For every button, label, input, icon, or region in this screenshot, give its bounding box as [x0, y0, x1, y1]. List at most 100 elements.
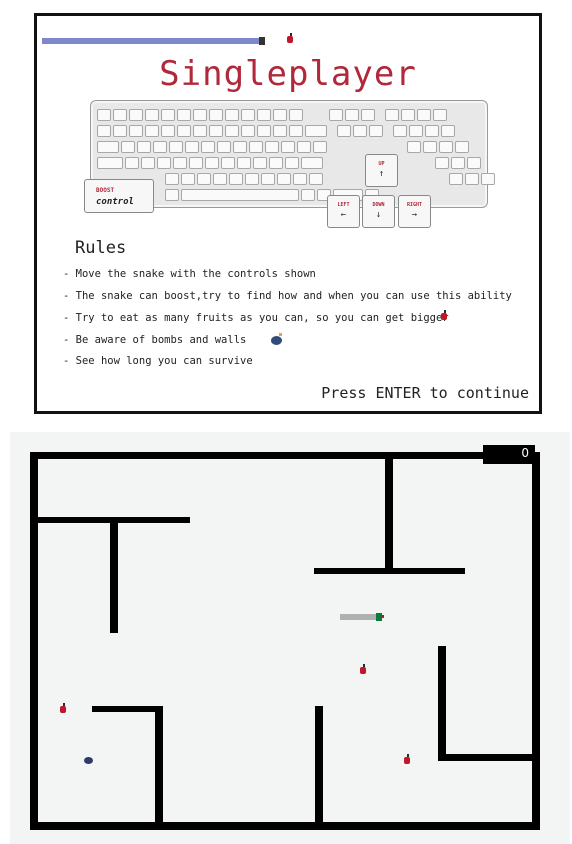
key — [435, 157, 449, 169]
key — [245, 173, 259, 185]
wall — [92, 706, 162, 712]
key — [293, 173, 307, 185]
key — [221, 157, 235, 169]
rule-item: The snake can boost,try to find how and … — [63, 290, 512, 302]
wall — [110, 517, 118, 633]
space-key — [181, 189, 299, 201]
down-label: DOWN — [372, 202, 385, 208]
wall — [315, 706, 323, 822]
key — [269, 157, 283, 169]
keyboard-row — [97, 125, 455, 137]
key — [229, 173, 243, 185]
rule-item: Be aware of bombs and walls — [63, 334, 247, 346]
continue-prompt: Press ENTER to continue — [321, 384, 529, 402]
key — [169, 141, 183, 153]
right-label: RIGHT — [406, 202, 423, 208]
game-board — [10, 432, 570, 844]
key — [97, 141, 119, 153]
key — [241, 125, 255, 137]
key — [177, 109, 191, 121]
key — [209, 109, 223, 121]
key — [145, 125, 159, 137]
key — [161, 109, 175, 121]
key — [193, 109, 207, 121]
key — [121, 141, 135, 153]
key — [433, 109, 447, 121]
key — [217, 141, 231, 153]
wall — [438, 646, 446, 760]
score-value: 0 — [521, 446, 529, 460]
key — [205, 157, 219, 169]
key — [345, 109, 359, 121]
key — [141, 157, 155, 169]
boost-control-key: BOOST control — [84, 179, 154, 213]
key — [257, 109, 271, 121]
key — [197, 173, 211, 185]
wall — [30, 452, 38, 830]
key — [165, 189, 179, 201]
key — [289, 125, 303, 137]
snake-sprite-body — [42, 38, 262, 44]
boost-label: BOOST — [96, 187, 115, 194]
fruit-icon — [404, 754, 410, 764]
key — [189, 157, 203, 169]
key — [201, 141, 215, 153]
key — [407, 141, 421, 153]
wall — [30, 822, 540, 830]
key — [153, 141, 167, 153]
key — [369, 125, 383, 137]
arrow-left-icon: ← — [340, 210, 347, 220]
key — [157, 157, 171, 169]
key — [329, 109, 343, 121]
bomb-icon — [84, 757, 93, 764]
key — [289, 109, 303, 121]
key — [423, 141, 437, 153]
key — [281, 141, 295, 153]
arrow-right-icon: → — [411, 210, 418, 220]
key — [439, 141, 453, 153]
key — [481, 173, 495, 185]
key — [225, 109, 239, 121]
key — [165, 173, 179, 185]
key — [385, 109, 399, 121]
key — [173, 157, 187, 169]
key — [297, 141, 311, 153]
key — [137, 141, 151, 153]
key — [145, 109, 159, 121]
fruit-icon — [441, 310, 447, 320]
wall — [438, 754, 532, 761]
rule-item: Move the snake with the controls shown — [63, 268, 316, 280]
keyboard-row — [97, 141, 469, 153]
key — [285, 157, 299, 169]
up-label: UP — [378, 161, 385, 167]
key — [209, 125, 223, 137]
key — [301, 189, 315, 201]
keyboard-row — [97, 157, 481, 169]
key — [257, 125, 271, 137]
key — [425, 125, 439, 137]
key — [97, 157, 123, 169]
right-arrow-key: RIGHT → — [398, 195, 431, 228]
key — [393, 125, 407, 137]
page-title: Singleplayer — [159, 54, 417, 94]
key — [253, 157, 267, 169]
fruit-icon — [60, 703, 66, 713]
rule-item: Try to eat as many fruits as you can, so… — [63, 312, 449, 324]
keyboard-row — [97, 173, 495, 185]
key — [301, 157, 323, 169]
key — [451, 157, 465, 169]
key — [277, 173, 291, 185]
wall — [385, 459, 393, 570]
wall — [30, 452, 540, 459]
key — [129, 109, 143, 121]
fruit-icon — [287, 33, 293, 43]
key — [401, 109, 415, 121]
key — [409, 125, 423, 137]
key — [113, 125, 127, 137]
key — [265, 141, 279, 153]
snake-head — [376, 613, 384, 621]
key — [185, 141, 199, 153]
key — [273, 125, 287, 137]
arrow-up-icon: ↑ — [378, 169, 385, 179]
key — [113, 109, 127, 121]
